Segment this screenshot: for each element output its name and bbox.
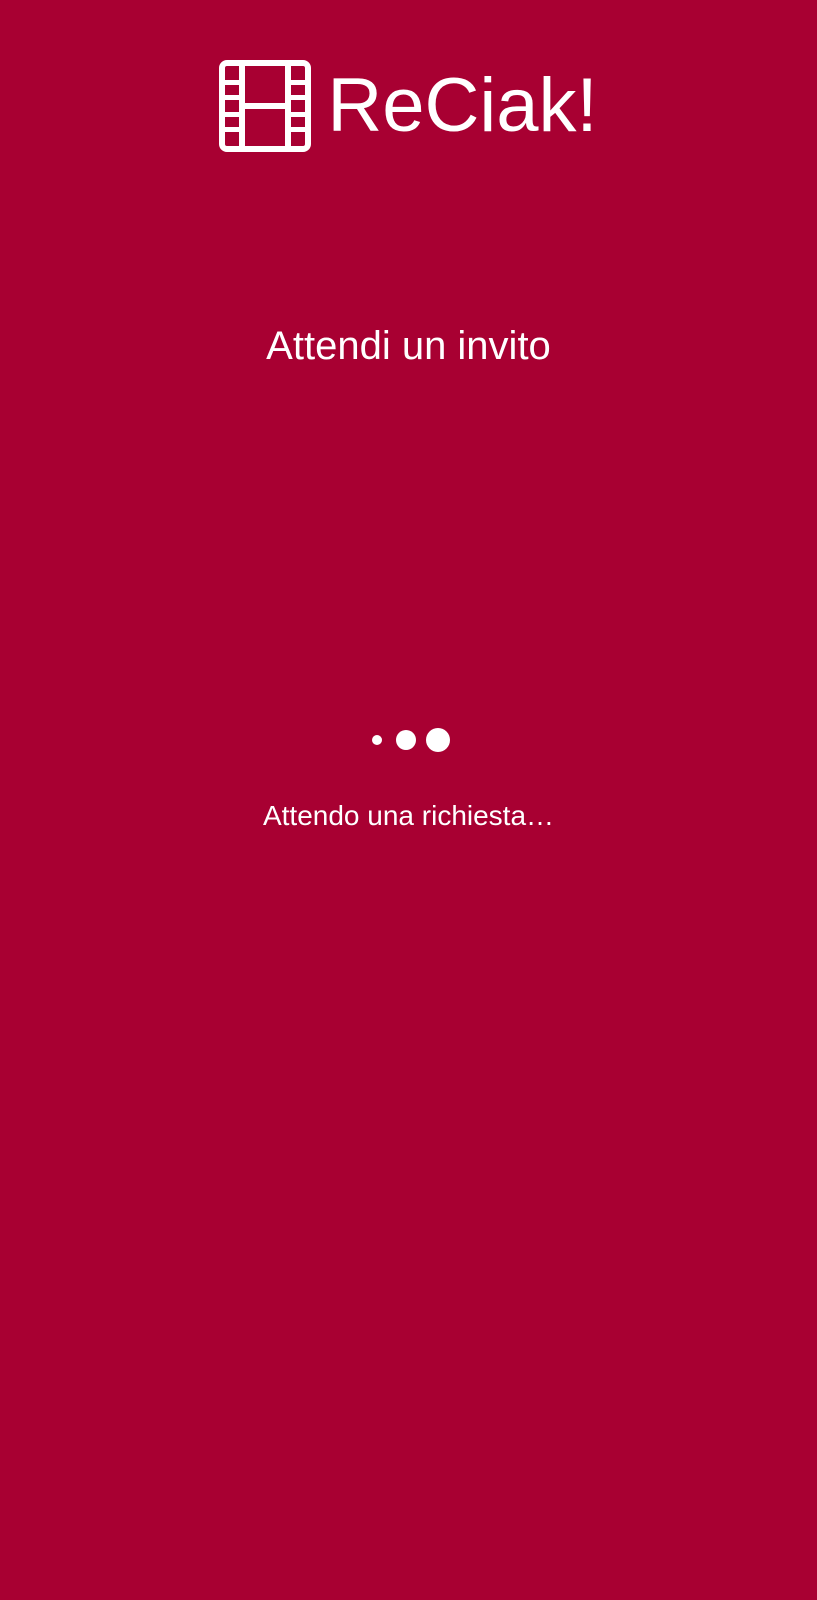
status-message: Attendo una richiesta… [262,800,555,831]
film-strip-icon [219,60,312,152]
loading-dots-icon [0,724,817,756]
loading-dot [371,735,382,745]
app-title: ReCiak! [327,63,598,148]
page-heading: Attendi un invito [266,324,551,368]
app-header: ReCiak! [0,58,817,154]
loading-dot [395,730,416,750]
loading-dot [425,728,450,752]
waiting-screen: ReCiak! Attendi un invito Attendo una ri… [0,0,817,1600]
